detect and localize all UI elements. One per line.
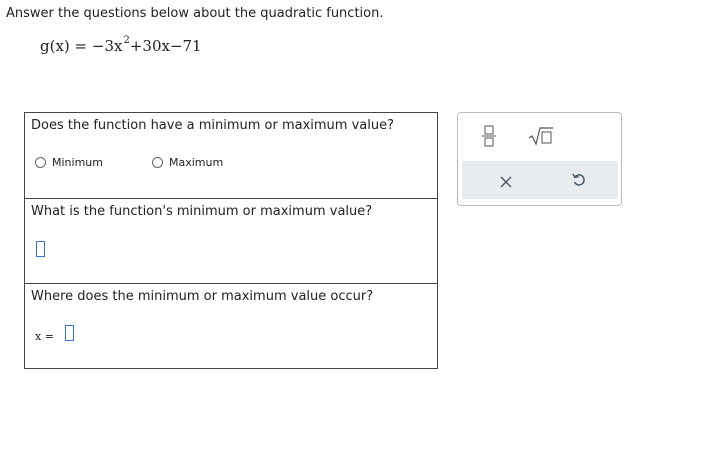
radio-circle-icon	[152, 157, 163, 168]
math-toolbox	[457, 112, 622, 206]
question-1-text: Does the function have a minimum or maxi…	[31, 118, 394, 133]
extreme-value-input[interactable]	[36, 241, 45, 257]
minimum-radio[interactable]: Minimum	[35, 156, 103, 169]
question-2-text: What is the function's minimum or maximu…	[31, 204, 373, 219]
square-root-icon[interactable]	[528, 126, 554, 150]
instruction-text: Answer the questions below about the qua…	[6, 6, 384, 21]
question-1-section: Does the function have a minimum or maxi…	[25, 113, 437, 198]
function-rhs: +30x−71	[129, 37, 202, 55]
radio-circle-icon	[35, 157, 46, 168]
question-2-section: What is the function's minimum or maximu…	[25, 198, 437, 284]
clear-icon[interactable]	[500, 173, 512, 192]
maximum-label: Maximum	[169, 156, 224, 169]
function-exponent: 2	[123, 35, 130, 46]
fraction-icon[interactable]	[482, 125, 496, 151]
question-3-text: Where does the minimum or maximum value …	[31, 289, 374, 304]
action-row	[462, 161, 618, 199]
question-3-section: Where does the minimum or maximum value …	[25, 283, 437, 369]
function-expression: g(x) = −3x2+30x−71	[40, 35, 202, 55]
function-lhs: g(x) = −3x	[40, 37, 123, 55]
question-panel: Does the function have a minimum or maxi…	[24, 112, 438, 369]
undo-icon[interactable]	[572, 172, 586, 191]
x-equals-label: x =	[35, 330, 54, 343]
maximum-radio[interactable]: Maximum	[152, 156, 223, 169]
x-value-input[interactable]	[65, 325, 74, 341]
minimum-label: Minimum	[52, 156, 103, 169]
